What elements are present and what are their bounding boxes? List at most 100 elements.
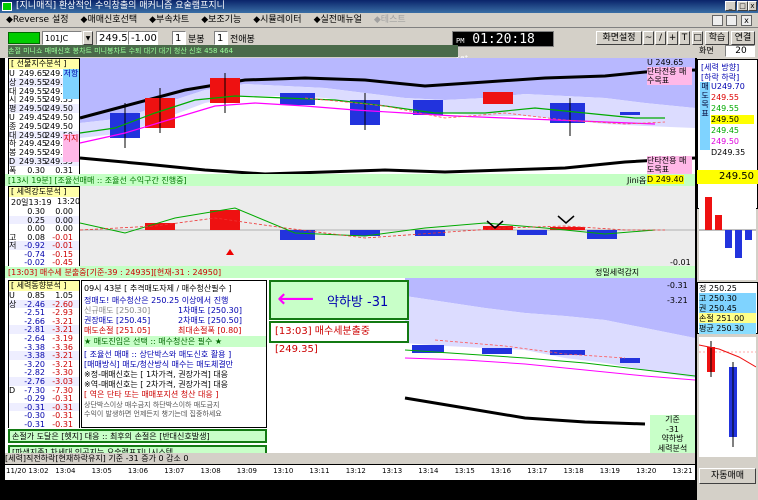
trend-table: [ 세력동향분석 ] U 0.85 1.05 상 -2.46 -2.60 -2.51 -2.9… xyxy=(8,280,80,430)
menu-subchart[interactable]: ◆부속차트 xyxy=(143,13,195,28)
sell-target-tag: 단타전용 매도목표 xyxy=(647,156,692,174)
tool-plus-button[interactable]: + xyxy=(667,31,678,45)
direction-d: D249.35 xyxy=(711,148,746,157)
menu-reverse[interactable]: ◆Reverse 설정 xyxy=(0,13,75,28)
signal-info5: [ 역은 단타 또는 매매포지션 청산 대응 ] xyxy=(84,390,219,399)
time-tick: 13:15 xyxy=(454,467,475,475)
count-label: 전애봉 xyxy=(230,35,255,45)
futures-key: 평 xyxy=(9,104,17,114)
signal-info7: 수익이 발생하면 언제든지 챙기는데 집중하세요 xyxy=(84,410,222,418)
time-tick: 13:20 xyxy=(636,467,657,475)
time-tick: 13:17 xyxy=(527,467,548,475)
time-tick: 13:18 xyxy=(563,467,584,475)
arrow-left-icon: ⟵ xyxy=(277,284,315,314)
mdi-close[interactable]: x xyxy=(741,15,752,26)
time-tick: 11/20 13:02 xyxy=(6,467,49,475)
direction-v3: 249.50 xyxy=(711,115,754,124)
time-tick: 13:04 xyxy=(55,467,76,475)
tool-tilde-button[interactable]: ~ xyxy=(643,31,654,45)
signal-line5: ★ 매도진입은 선택 :: 매수청산은 필수 ★ xyxy=(84,336,266,347)
time-tick: 13:10 xyxy=(273,467,294,475)
panel3-val1: -0.31 xyxy=(667,281,688,290)
menu-simulator[interactable]: ◆시뮬레이터 xyxy=(247,13,307,28)
panel1-status: [13시 19분] [조율선매매 :: 조율선 수익구간 진행중] xyxy=(8,176,187,185)
support-tag: 지지 xyxy=(63,134,79,162)
trend-b: -0.31 xyxy=(52,420,73,429)
chevron-down-icon[interactable]: ▼ xyxy=(83,31,93,45)
menu-aux[interactable]: ◆보조기능 xyxy=(195,13,247,28)
futures-row: 종 249.50249.50 xyxy=(9,121,79,131)
signal-box: 09시 43분 [ 추격매도자제 / 매수청산필수 ] 정매도! 매수청산은 2… xyxy=(81,280,267,428)
screen-settings-button[interactable]: 화면설정 xyxy=(596,31,642,45)
unit-input[interactable]: 1 xyxy=(172,31,186,45)
status-bar: [세력]직전하락[현재하락유지] 기준 -31 증가 0 감소 0 xyxy=(5,453,695,464)
direction-v5: 249.50 xyxy=(711,137,739,146)
time-tick: 13:19 xyxy=(599,467,620,475)
clock-display: PM 01:20:18 set xyxy=(452,31,554,62)
resistance-tag: 저항 xyxy=(63,69,79,99)
code-select[interactable]: 101JC xyxy=(42,31,82,45)
futures-b: 0.31 xyxy=(55,165,73,175)
indicator-tabs-text: 손절 미니쇼 매매신호 봉차트 미니봉차트 수퇴 대기 대기 청산 신호 458… xyxy=(8,47,234,55)
mdi-minimize[interactable] xyxy=(712,15,723,26)
unit-label: 분봉 xyxy=(188,35,205,45)
force-status: [13:03] 매수세 분출중[기준-39 : 24935][현재-31 : 2… xyxy=(8,268,222,277)
clock-time: 01:20:18 xyxy=(472,32,535,47)
time-tick: 13:06 xyxy=(127,467,149,475)
futures-row: 폭 0.30 0.31 xyxy=(9,165,79,175)
time-tick: 13:21 xyxy=(672,467,693,475)
time-tick: 13:12 xyxy=(345,467,366,475)
learn-button[interactable]: 학습 xyxy=(705,31,729,45)
window-title-bar: [지니매직] 환상적인 수익창출의 매커니즘 요술램프지니 _ □ x xyxy=(0,0,758,13)
callout-status-box: [13:03] 매수세분출중[249.35] xyxy=(269,321,409,355)
time-tick: 13:08 xyxy=(200,467,221,475)
auto-trade-button[interactable]: 자동매매 xyxy=(699,468,756,484)
futures-key: 폭 xyxy=(9,165,17,175)
tool-slash-button[interactable]: / xyxy=(655,31,666,45)
clock-prefix: PM xyxy=(456,37,465,45)
panel1-u-label: U 249.65 xyxy=(647,58,684,67)
signal-header: 09시 43분 [ 추격매도자제 / 매수청산필수 ] xyxy=(84,284,232,293)
panel3-weak: 약하방 xyxy=(661,434,684,443)
time-tick: 13:07 xyxy=(164,467,185,475)
futures-a: 249.55 xyxy=(19,148,47,158)
futures-a: 249.50 xyxy=(19,104,47,114)
indicator-tab-row: 손절 미니쇼 매매신호 봉차트 미니봉차트 수퇴 대기 대기 청산 신호 458… xyxy=(8,45,458,57)
price-field: 249.50 xyxy=(96,31,134,45)
price-tag: 249.50 xyxy=(697,170,758,184)
count-input[interactable]: 1 xyxy=(214,31,228,45)
menu-signal[interactable]: ◆매매신호선택 xyxy=(75,13,144,28)
menu-manual[interactable]: ◆실전매뉴얼 xyxy=(308,13,368,28)
force-table: [ 세력강도분석 ] 20일13:19 13:20 0.30 0.00 0.25 0.… xyxy=(8,186,80,268)
time-tick: 13:05 xyxy=(91,467,112,475)
force-right-label: 정밀세력감지 xyxy=(595,268,640,277)
tool-box-button[interactable]: □ xyxy=(692,31,703,45)
close-button[interactable]: x xyxy=(748,1,757,11)
futures-key: 봉 xyxy=(9,148,17,158)
force-a: -0.02 xyxy=(24,258,45,267)
time-tick: 13:13 xyxy=(382,467,403,475)
maximize-button[interactable]: □ xyxy=(737,1,748,11)
screen-number[interactable]: 20 xyxy=(725,45,755,57)
time-tick: 13:16 xyxy=(490,467,512,475)
direction-v2: 249.55 xyxy=(711,104,739,113)
mini-force-chart xyxy=(699,185,756,280)
signal-max-loss: 최대손절폭 [0.80] xyxy=(178,326,242,335)
trend-a: -0.31 xyxy=(24,420,45,429)
trend-title: [ 세력동향분석 ] xyxy=(9,281,79,291)
direction-u: U249.70 xyxy=(711,82,745,91)
direction-v1: 249.55 xyxy=(711,93,739,102)
time-tick: 13:09 xyxy=(236,467,257,475)
app-icon xyxy=(2,2,12,11)
futures-table: [ 선물지수분석 ] U 249.65249.70 상 249.55249.55 대 24… xyxy=(8,58,80,175)
menu-test[interactable]: ◆테스트 xyxy=(368,13,412,28)
minimize-button[interactable]: _ xyxy=(725,1,736,11)
trend-row: -0.31 -0.31 xyxy=(9,420,79,430)
connect-button[interactable]: 연결 xyxy=(731,31,755,45)
tool-t-button[interactable]: T xyxy=(679,31,690,45)
callout-box: ⟵ 약하방 -31 xyxy=(269,280,409,320)
buy-target-tag: 단타전용 매수목표 xyxy=(647,67,692,85)
level-avg: 평균 250.30 xyxy=(699,323,756,334)
right-panel: 화면 20 [세력 방향] [하락 하락] 매도목표 U249.70 249.5… xyxy=(697,45,758,500)
mdi-restore[interactable] xyxy=(726,15,737,26)
